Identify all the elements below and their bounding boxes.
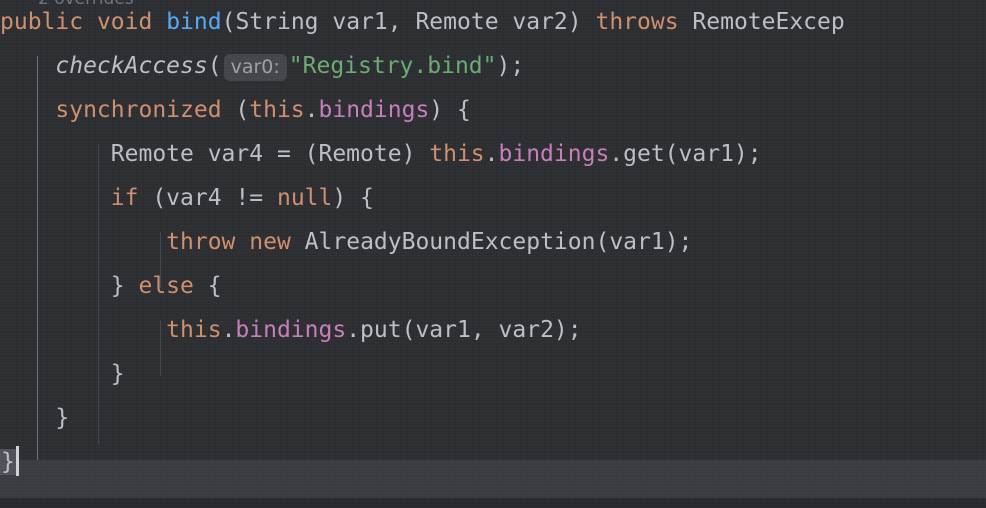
code-token: public — [0, 9, 84, 35]
code-token: synchronized — [55, 97, 222, 123]
parameter-name-hint[interactable]: var0: — [223, 54, 287, 81]
code-token: void — [96, 9, 153, 35]
code-line[interactable]: } — [0, 396, 986, 440]
code-token: } — [0, 361, 125, 387]
code-token: ( — [207, 53, 222, 79]
code-token: RemoteExcep — [678, 9, 845, 35]
code-line[interactable]: } — [0, 352, 986, 396]
code-token: "Registry.bind" — [288, 53, 497, 79]
code-token: this — [166, 317, 222, 343]
code-token: this — [429, 141, 485, 167]
code-line[interactable]: } — [0, 440, 986, 484]
text-caret — [15, 446, 19, 476]
code-token: if — [110, 185, 139, 211]
code-token: . — [484, 141, 499, 167]
code-token: .put(var1, var2); — [346, 317, 582, 343]
code-token: (String var1, Remote var2) — [221, 9, 596, 35]
code-token: null — [276, 185, 333, 211]
code-token: Remote var4 = (Remote) — [0, 141, 430, 167]
code-token: ); — [496, 53, 525, 79]
matching-brace-highlight: } — [0, 449, 16, 475]
code-line[interactable]: public void bind(String var1, Remote var… — [0, 0, 986, 44]
code-token: } — [0, 405, 70, 431]
code-line[interactable]: Remote var4 = (Remote) this.bindings.get… — [0, 132, 986, 176]
code-token: AlreadyBoundException(var1); — [290, 229, 693, 255]
code-line[interactable]: throw new AlreadyBoundException(var1); — [0, 220, 986, 264]
code-line[interactable]: checkAccess(var0: "Registry.bind"); — [0, 44, 986, 88]
code-content[interactable]: public void bind(String var1, Remote var… — [0, 0, 986, 484]
code-token: new — [249, 229, 291, 255]
code-token: bindings — [498, 141, 610, 167]
code-token: bind — [166, 9, 222, 35]
code-token: ) { — [332, 185, 374, 211]
code-token: bindings — [235, 317, 347, 343]
code-line[interactable]: if (var4 != null) { — [0, 176, 986, 220]
code-token: throws — [595, 9, 679, 35]
code-editor[interactable]: 2 overrides public void bind(String var1… — [0, 0, 986, 508]
code-token: this — [249, 97, 305, 123]
code-token: (var4 != — [138, 185, 277, 211]
code-token: throw — [166, 229, 236, 255]
code-token: else — [138, 273, 194, 299]
code-token: ) { — [429, 97, 471, 123]
code-token: } — [0, 273, 139, 299]
code-line[interactable]: synchronized (this.bindings) { — [0, 88, 986, 132]
code-line[interactable]: } else { — [0, 264, 986, 308]
code-token: checkAccess — [55, 53, 208, 79]
code-token: .get(var1); — [609, 141, 762, 167]
code-line[interactable]: this.bindings.put(var1, var2); — [0, 308, 986, 352]
code-token: bindings — [318, 97, 430, 123]
editor-bottom-strip — [0, 498, 986, 508]
code-token: { — [193, 273, 222, 299]
code-token: ( — [221, 97, 250, 123]
code-token: . — [304, 97, 319, 123]
code-token: . — [221, 317, 236, 343]
